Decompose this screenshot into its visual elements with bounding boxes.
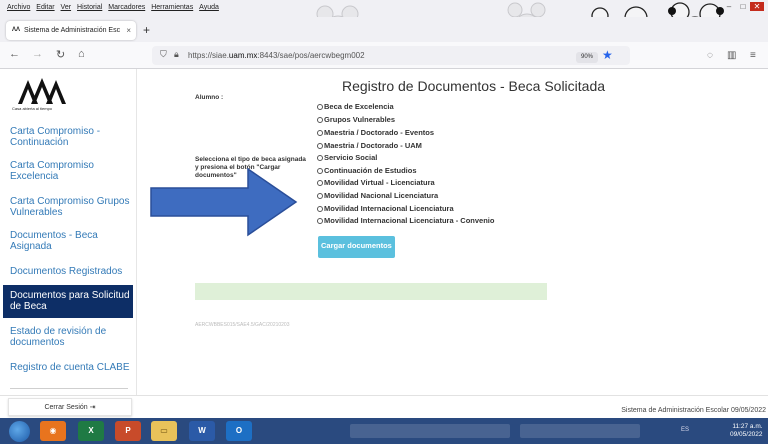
- sidebar-item-documentos-beca-asignada[interactable]: Documentos - Beca Asignada: [10, 230, 135, 252]
- option-maestria-eventos[interactable]: Maestria / Doctorado - Eventos: [317, 128, 434, 137]
- sidebar-item-documentos-registrados[interactable]: Documentos Registrados: [10, 266, 135, 277]
- menu-editar[interactable]: Editar: [34, 0, 56, 11]
- menu-herramientas[interactable]: Herramientas: [149, 0, 195, 11]
- sidebar-item-carta-grupos-vulnerables[interactable]: Carta Compromiso Grupos Vulnerables: [10, 196, 135, 218]
- forward-arrow-icon[interactable]: →: [32, 48, 43, 60]
- sidebar-item-documentos-solicitud-beca[interactable]: Documentos para Solicitud de Beca: [3, 285, 133, 318]
- nav-toolbar: ← → ↻ ⌂ ⛉ 🔒︎ https://siae.uam.mx:8443/sa…: [0, 42, 768, 69]
- footer-text: Sistema de Administración Escolar 09/05/…: [621, 407, 766, 414]
- browser-tab[interactable]: ΛΛ Sistema de Administración Esc ×: [6, 21, 136, 40]
- bookmark-star-icon[interactable]: ★: [602, 48, 613, 62]
- tab-title: Sistema de Administración Esc: [24, 27, 121, 34]
- option-movilidad-internacional[interactable]: Movilidad Internacional Licenciatura: [317, 204, 454, 213]
- lock-icon: 🔒︎: [174, 49, 179, 59]
- window-close-icon[interactable]: ✕: [750, 2, 764, 11]
- back-arrow-icon[interactable]: ←: [9, 48, 20, 60]
- student-label: Alumno :: [195, 94, 224, 101]
- powerpoint-icon[interactable]: P: [115, 421, 141, 441]
- option-grupos-vulnerables[interactable]: Grupos Vulnerables: [317, 115, 395, 124]
- zoom-badge[interactable]: 90%: [576, 52, 598, 63]
- radio-icon[interactable]: [317, 155, 323, 161]
- radio-icon[interactable]: [317, 206, 323, 212]
- windows-start-icon[interactable]: [9, 421, 30, 442]
- menu-marcadores[interactable]: Marcadores: [106, 0, 147, 11]
- page-code: AERCWBBES015/SAE4.5/GAC/20210203: [195, 322, 290, 328]
- status-alert: [195, 283, 547, 300]
- sidebar-item-carta-continuacion[interactable]: Carta Compromiso - Continuación: [10, 126, 135, 148]
- screen: Archivo Editar Ver Historial Marcadores …: [0, 0, 768, 444]
- taskbar-window-preview[interactable]: [350, 424, 510, 438]
- taskbar-window-preview[interactable]: [520, 424, 640, 438]
- arrow-right-icon: [150, 167, 298, 237]
- option-movilidad-nacional[interactable]: Movilidad Nacional Licenciatura: [317, 191, 438, 200]
- word-icon[interactable]: W: [189, 421, 215, 441]
- sidebar-item-cuenta-clabe[interactable]: Registro de cuenta CLABE: [10, 362, 135, 373]
- option-maestria-uam[interactable]: Maestria / Doctorado - UAM: [317, 141, 422, 150]
- tab-close-icon[interactable]: ×: [126, 26, 131, 35]
- sidebar-item-carta-excelencia[interactable]: Carta Compromiso Excelencia: [10, 160, 135, 182]
- pocket-icon[interactable]: ◌: [707, 50, 713, 61]
- menu-archivo[interactable]: Archivo: [0, 0, 32, 11]
- hamburger-menu-icon[interactable]: ≡: [750, 50, 756, 61]
- menu-historial[interactable]: Historial: [75, 0, 104, 11]
- address-bar[interactable]: ⛉ 🔒︎ https://siae.uam.mx:8443/sae/pos/ae…: [152, 46, 630, 65]
- excel-icon[interactable]: X: [78, 421, 104, 441]
- option-continuacion-estudios[interactable]: Continuación de Estudios: [317, 166, 417, 175]
- tab-strip: ΛΛ Sistema de Administración Esc × +: [0, 17, 768, 42]
- radio-icon[interactable]: [317, 117, 323, 123]
- taskbar-clock[interactable]: 11:27 a.m. 09/05/2022: [730, 423, 763, 439]
- shield-icon: ⛉: [160, 49, 167, 59]
- logout-icon: ⇥: [89, 404, 96, 411]
- radio-icon[interactable]: [317, 218, 323, 224]
- option-movilidad-virtual[interactable]: Movilidad Virtual - Licenciatura: [317, 178, 435, 187]
- new-tab-button[interactable]: +: [143, 23, 150, 37]
- radio-icon[interactable]: [317, 104, 323, 110]
- page-title: Registro de Documentos - Beca Solicitada: [342, 78, 606, 94]
- radio-icon[interactable]: [317, 180, 323, 186]
- uam-logo: [18, 78, 66, 104]
- extensions-icon[interactable]: ▥: [727, 50, 736, 61]
- maximize-icon[interactable]: □: [736, 2, 750, 11]
- minimize-icon[interactable]: –: [722, 2, 736, 11]
- language-indicator[interactable]: ES: [681, 427, 689, 433]
- sidebar-divider: [10, 388, 128, 389]
- window-controls: – □ ✕: [722, 2, 764, 11]
- radio-icon[interactable]: [317, 193, 323, 199]
- radio-icon[interactable]: [317, 168, 323, 174]
- firefox-icon[interactable]: ◉: [40, 421, 66, 441]
- home-icon[interactable]: ⌂: [78, 48, 85, 60]
- menu-ayuda[interactable]: Ayuda: [197, 0, 221, 11]
- reload-icon[interactable]: ↻: [56, 48, 65, 61]
- radio-icon[interactable]: [317, 143, 323, 149]
- upload-documents-button[interactable]: Cargar documentos: [318, 236, 395, 258]
- outlook-icon[interactable]: O: [226, 421, 252, 441]
- option-beca-excelencia[interactable]: Beca de Excelencia: [317, 102, 394, 111]
- uam-favicon-icon: ΛΛ: [12, 27, 21, 33]
- radio-icon[interactable]: [317, 130, 323, 136]
- option-servicio-social[interactable]: Servicio Social: [317, 153, 377, 162]
- logo-caption: Casa abierta al tiempo: [12, 106, 53, 111]
- option-movilidad-internacional-convenio[interactable]: Movilidad Internacional Licenciatura - C…: [317, 216, 494, 225]
- file-explorer-icon[interactable]: ▭: [151, 421, 177, 441]
- url-text: https://siae.uam.mx:8443/sae/pos/aercwbe…: [188, 51, 365, 60]
- menu-ver[interactable]: Ver: [59, 0, 74, 11]
- logout-button[interactable]: Cerrar Sesión ⇥: [8, 398, 132, 416]
- sidebar-item-estado-revision[interactable]: Estado de revisión de documentos: [10, 326, 135, 348]
